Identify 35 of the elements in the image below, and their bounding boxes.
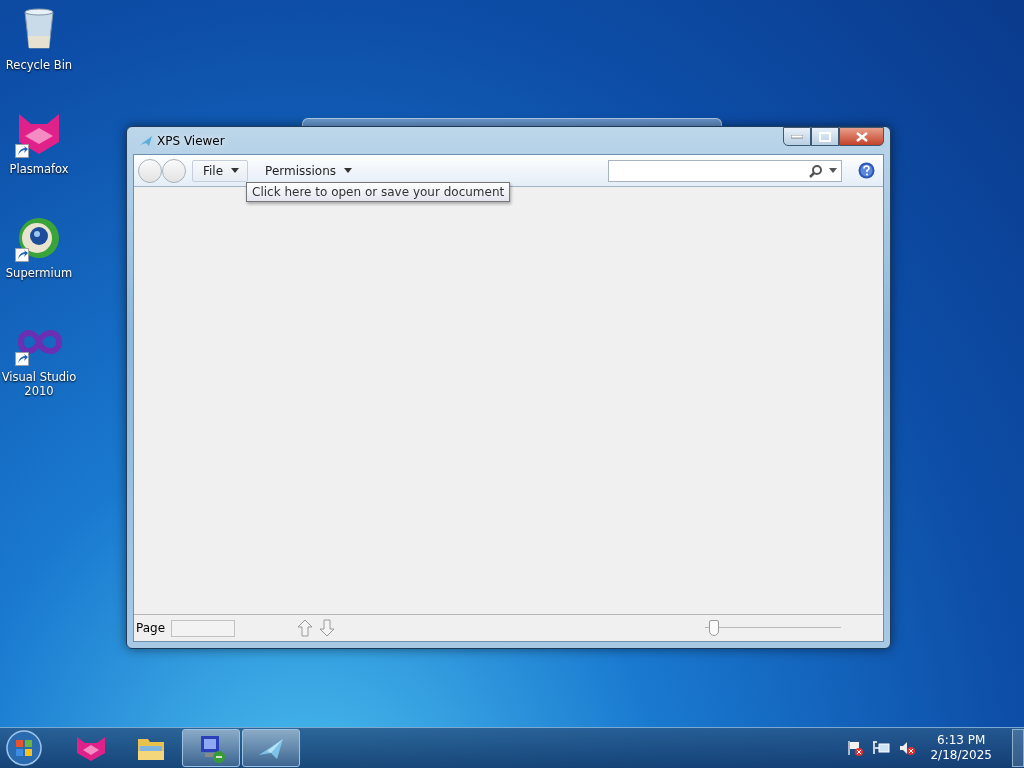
search-field[interactable] xyxy=(608,159,842,182)
app-icon xyxy=(139,134,153,147)
clock-date[interactable]: 2/18/2025 xyxy=(930,748,992,763)
search-icon xyxy=(809,163,823,178)
dropdown-caret-icon xyxy=(829,168,837,173)
maximize-icon xyxy=(819,131,831,142)
caret-icon xyxy=(231,168,240,173)
show-desktop-button[interactable] xyxy=(1012,729,1024,767)
close-icon xyxy=(855,131,868,142)
desktop-icon-label[interactable]: Plasmafox xyxy=(0,162,78,176)
menu-button[interactable]: File xyxy=(192,159,249,182)
menu-button[interactable]: Permissions xyxy=(254,159,362,182)
minimize-button[interactable] xyxy=(783,127,811,146)
zoom-slider[interactable] xyxy=(705,618,841,638)
desktop-icon-label[interactable]: Visual Studio 2010 xyxy=(0,370,78,398)
minimize-icon xyxy=(791,134,803,139)
flag-icon[interactable] xyxy=(846,739,865,757)
caret-icon xyxy=(344,168,353,173)
clock-time[interactable]: 6:13 PM xyxy=(930,733,992,748)
window-title: XPS Viewer xyxy=(157,133,225,148)
taskbar-button[interactable] xyxy=(182,729,240,767)
arrow-down-icon[interactable] xyxy=(319,619,336,637)
desktop-icon-label[interactable]: Supermium xyxy=(0,266,78,280)
start-button[interactable] xyxy=(4,728,44,768)
arrow-up-icon[interactable] xyxy=(297,619,314,637)
slider-thumb[interactable] xyxy=(708,620,719,636)
maximize-button[interactable] xyxy=(811,127,839,146)
tooltip: Click here to open or save your document xyxy=(246,182,511,202)
desktop-icon-label[interactable]: Recycle Bin xyxy=(0,58,78,72)
page-label: Page xyxy=(136,621,166,635)
taskbar-button[interactable] xyxy=(242,729,300,767)
close-button[interactable] xyxy=(839,127,884,146)
network-icon[interactable] xyxy=(872,739,891,757)
page-number-field[interactable] xyxy=(171,619,236,637)
help-icon[interactable] xyxy=(858,162,875,179)
